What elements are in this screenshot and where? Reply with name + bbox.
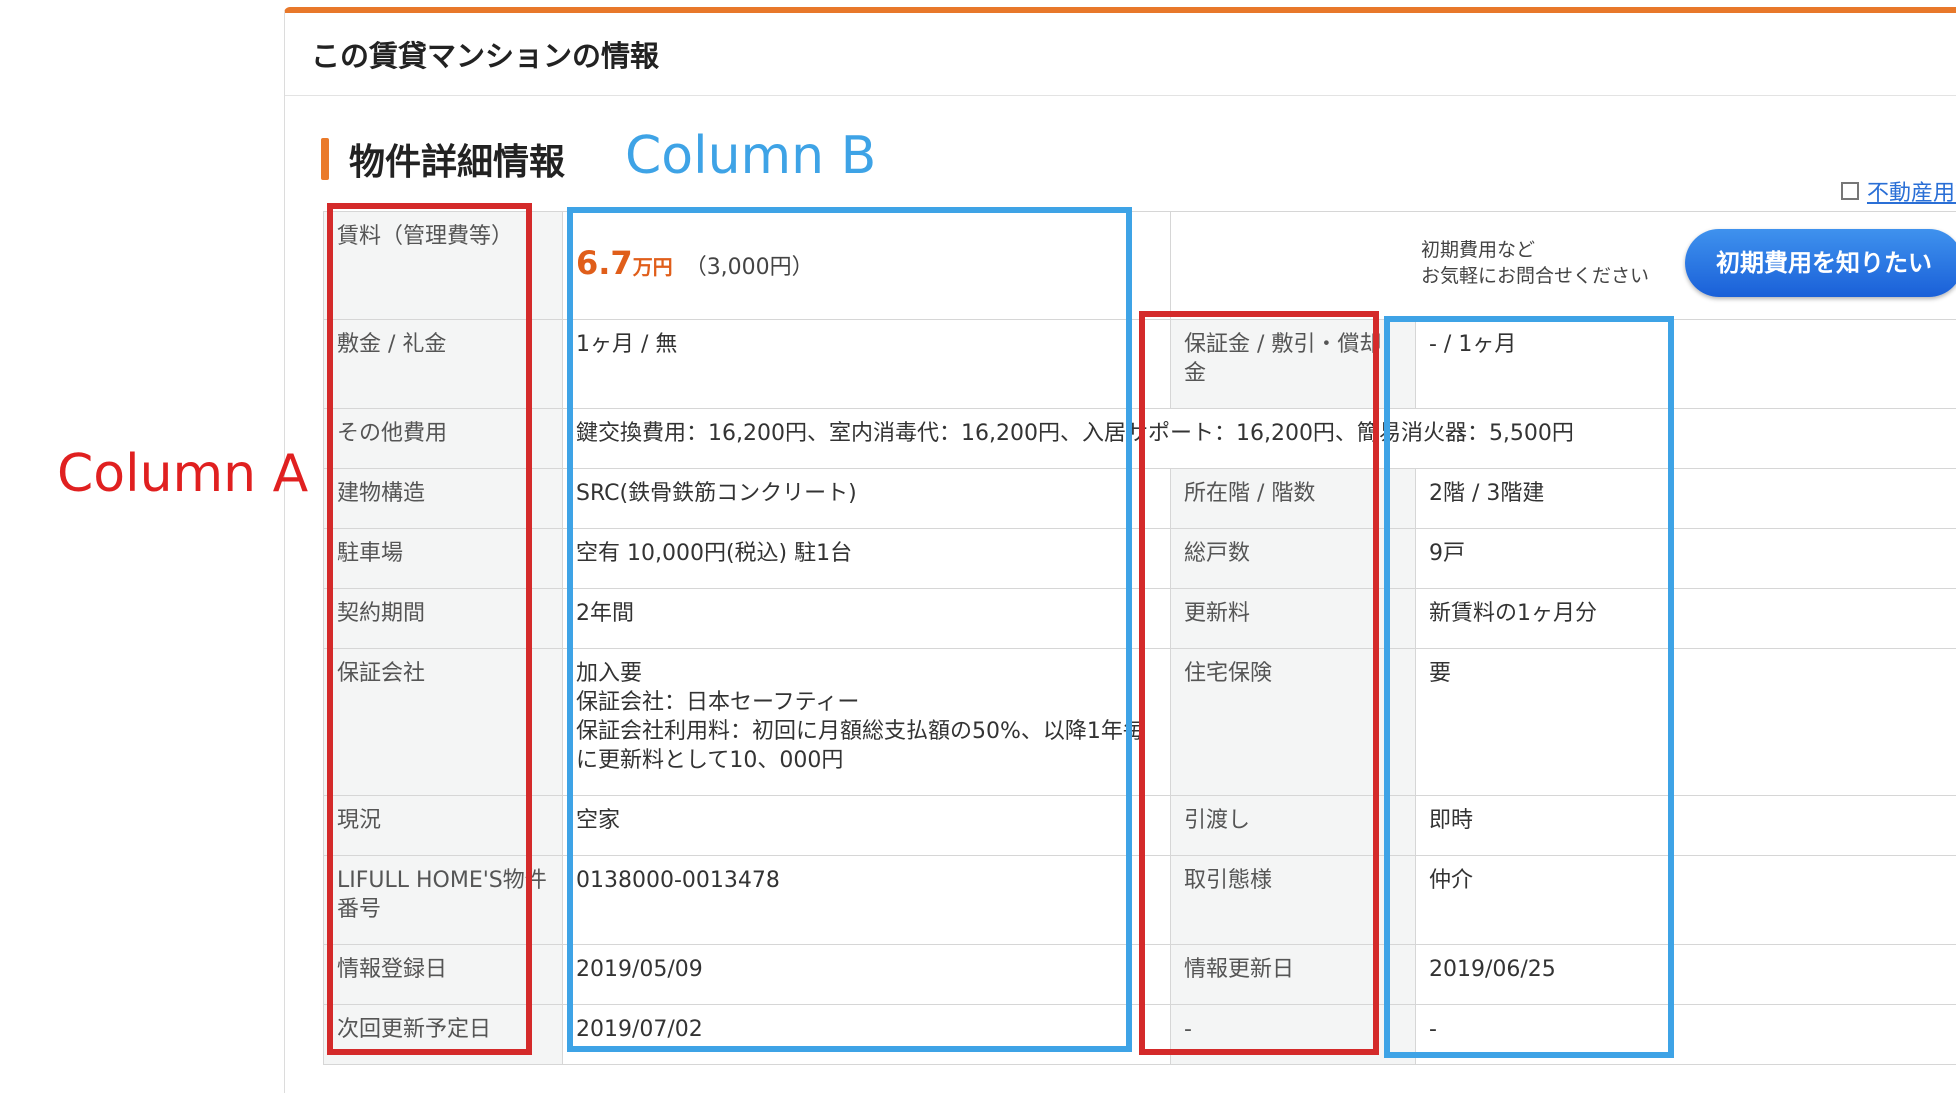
column-a-annotation: Column A [57, 444, 308, 504]
panel-header: この賃貸マンションの情報 [285, 13, 1956, 96]
glossary-link[interactable]: 不動産用語 [1841, 175, 1956, 207]
section-accent-bar [321, 138, 329, 180]
glossary-link-label[interactable]: 不動産用語 [1867, 175, 1956, 207]
column-a-right-label-box [1139, 311, 1379, 1055]
panel-title: この賃貸マンションの情報 [311, 33, 659, 75]
initial-cost-inquiry-button[interactable]: 初期費用を知りたい [1685, 229, 1956, 297]
external-link-icon [1841, 182, 1859, 200]
inquiry-cell: 初期費用など お気軽にお問合せください 初期費用を知りたい [1171, 212, 1956, 320]
inquiry-text: 初期費用など お気軽にお問合せください [1421, 237, 1649, 289]
column-b-value-box [567, 207, 1132, 1052]
column-b-annotation: Column B [625, 126, 876, 186]
section-title: 物件詳細情報 [349, 133, 565, 185]
inquiry-line-2: お気軽にお問合せください [1421, 263, 1649, 289]
inquiry-line-1: 初期費用など [1421, 237, 1649, 263]
column-b-right-value-box [1384, 316, 1674, 1058]
column-a-label-box [327, 203, 532, 1055]
